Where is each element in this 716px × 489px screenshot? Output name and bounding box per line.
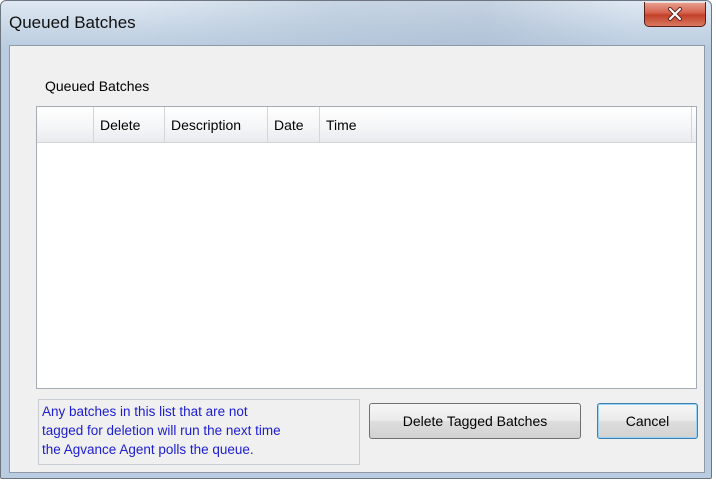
cancel-button[interactable]: Cancel — [597, 403, 698, 439]
delete-tagged-batches-button[interactable]: Delete Tagged Batches — [369, 403, 581, 439]
column-header-time[interactable]: Time — [320, 107, 693, 142]
column-header-delete[interactable]: Delete — [94, 107, 165, 142]
title-bar-glass — [141, 1, 631, 45]
grid-header: Delete Description Date Time — [37, 107, 696, 143]
close-button[interactable] — [644, 2, 706, 27]
info-note: Any batches in this list that are not ta… — [38, 399, 360, 465]
header-filler — [691, 107, 696, 142]
column-header-date[interactable]: Date — [268, 107, 320, 142]
queued-batches-label: Queued Batches — [45, 78, 150, 94]
window-title: Queued Batches — [9, 13, 136, 32]
info-note-line-2: tagged for deletion will run the next ti… — [42, 423, 281, 438]
column-header-description[interactable]: Description — [165, 107, 268, 142]
dialog-window: Queued Batches Queued Batches Delete Des… — [0, 0, 712, 479]
column-header-selector[interactable] — [37, 107, 94, 142]
close-icon — [667, 7, 683, 21]
info-note-line-1: Any batches in this list that are not — [42, 404, 248, 419]
queued-batches-grid[interactable]: Delete Description Date Time — [36, 106, 697, 389]
title-bar[interactable]: Queued Batches — [1, 1, 711, 45]
info-note-line-3: the Agvance Agent polls the queue. — [42, 442, 254, 457]
